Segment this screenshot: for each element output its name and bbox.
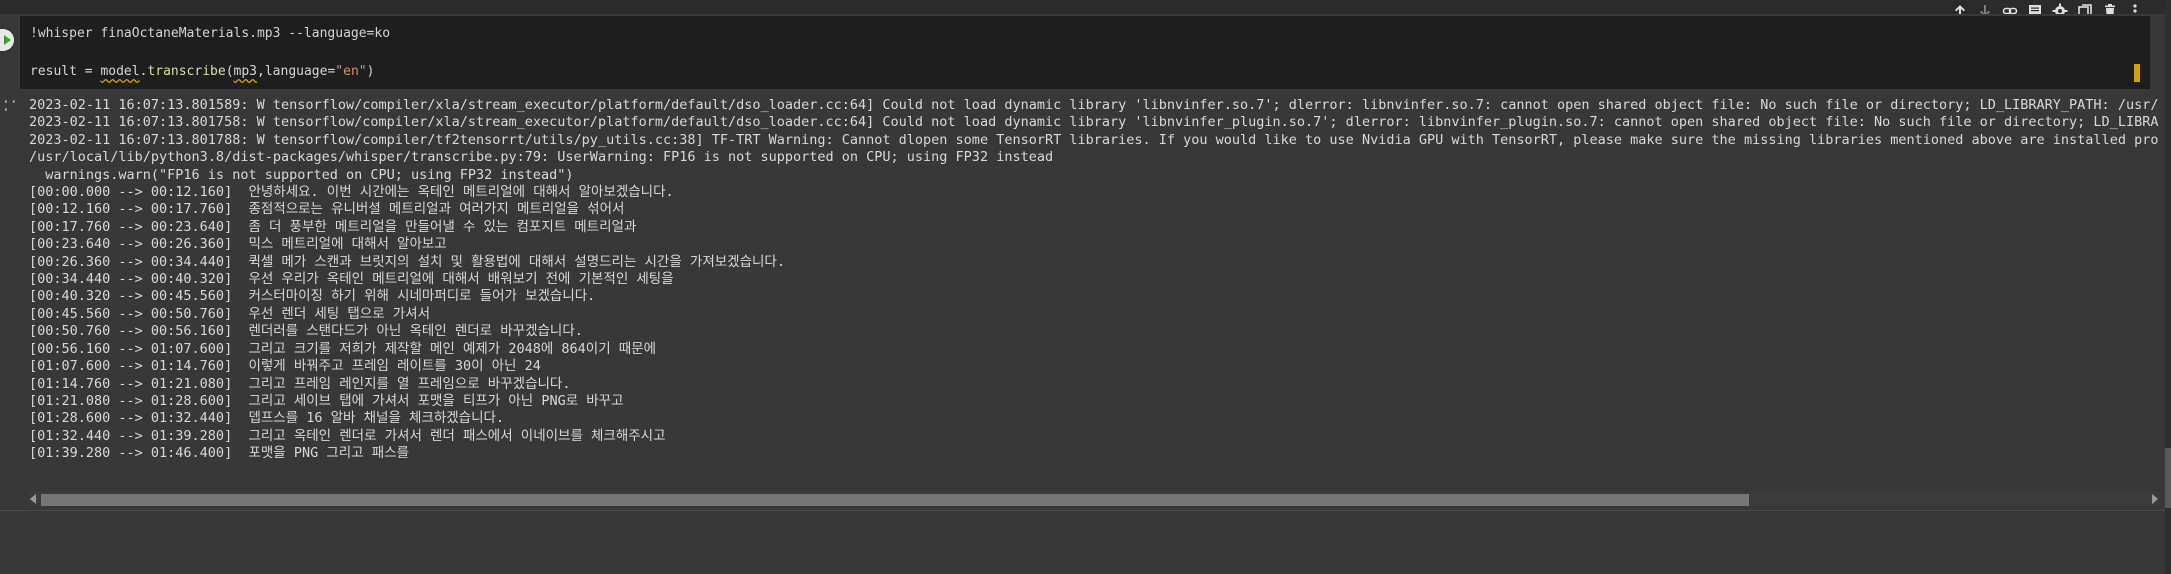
output-line: warnings.warn("FP16 is not supported on … <box>29 166 574 183</box>
run-cell-button[interactable] <box>0 29 14 51</box>
horizontal-scroll-thumb[interactable] <box>41 494 1749 506</box>
output-line: [00:17.760 --> 00:23.640] 좀 더 풍부한 메트리얼을 … <box>29 218 637 235</box>
output-line: 2023-02-11 16:07:13.801788: W tensorflow… <box>29 131 2159 148</box>
output-text: 2023-02-11 16:07:13.801589: W tensorflow… <box>29 97 2159 467</box>
output-line: [01:07.600 --> 01:14.760] 이렇게 바꿔주고 프레임 레… <box>29 358 541 375</box>
output-line: /usr/local/lib/python3.8/dist-packages/w… <box>29 149 1054 166</box>
output-line: [00:34.440 --> 00:40.320] 우선 우리가 옥테인 메트리… <box>29 271 674 288</box>
output-line: [00:40.320 --> 00:45.560] 커스터마이징 하기 위해 시… <box>29 288 596 305</box>
code-editor[interactable]: !whisper finaOctaneMaterials.mp3 --langu… <box>18 16 2150 89</box>
colab-notebook: !whisper finaOctaneMaterials.mp3 --langu… <box>0 0 2171 574</box>
output-line: [01:14.760 --> 01:21.080] 그리고 프레임 레인지를 열… <box>29 375 571 392</box>
output-line: [00:12.160 --> 00:17.760] 종점적으로는 유니버셜 메트… <box>29 201 625 218</box>
notebook-bottom-area <box>0 510 2165 574</box>
output-line: [01:39.280 --> 01:46.400] 포맷을 PNG 그리고 패스… <box>29 445 409 462</box>
play-icon <box>4 35 11 45</box>
output-line: [01:32.440 --> 01:39.280] 그리고 옥테인 렌더로 가셔… <box>29 427 666 444</box>
horizontal-scrollbar[interactable] <box>29 492 2159 506</box>
output-line: [00:56.160 --> 01:07.600] 그리고 크기를 저희가 제작… <box>29 340 657 357</box>
output-line: 2023-02-11 16:07:13.801758: W tensorflow… <box>29 114 2159 131</box>
scroll-right-icon[interactable] <box>2152 494 2158 504</box>
output-line: [01:28.600 --> 01:32.440] 뎁프스를 16 알바 채널을… <box>29 410 505 427</box>
output-line: [00:23.640 --> 00:26.360] 믹스 메트리얼에 대해서 알… <box>29 236 447 253</box>
output-line: [01:21.080 --> 01:28.600] 그리고 세이브 탭에 가셔서… <box>29 392 624 409</box>
vertical-scroll-thumb[interactable] <box>2165 448 2171 508</box>
code-cell: !whisper finaOctaneMaterials.mp3 --langu… <box>0 14 2171 89</box>
scroll-left-icon[interactable] <box>30 494 36 504</box>
top-strip <box>0 0 2171 14</box>
editor-scroll-indicator <box>2134 64 2140 82</box>
vertical-scrollbar[interactable] <box>2165 0 2171 574</box>
output-line: [00:26.360 --> 00:34.440] 퀵셀 메가 스캔과 브릿지의… <box>29 253 785 270</box>
code-line-2: result = model.transcribe(mp3,language="… <box>30 64 375 79</box>
output-line: [00:00.000 --> 00:12.160] 안녕하세요. 이번 시간에는… <box>29 184 674 201</box>
output-line: [00:50.760 --> 00:56.160] 렌더러를 스탠다드가 아닌 … <box>29 323 583 340</box>
output-actions-icon[interactable]: ⋅⋅ ⋅ <box>2 96 18 117</box>
output-line: 2023-02-11 16:07:13.801589: W tensorflow… <box>29 97 2159 113</box>
code-line-1: !whisper finaOctaneMaterials.mp3 --langu… <box>30 26 391 41</box>
cell-output: ⋅⋅ ⋅ 2023-02-11 16:07:13.801589: W tensor… <box>0 89 2171 507</box>
output-line: [00:45.560 --> 00:50.760] 우선 렌더 세팅 탭으로 가… <box>29 305 430 322</box>
